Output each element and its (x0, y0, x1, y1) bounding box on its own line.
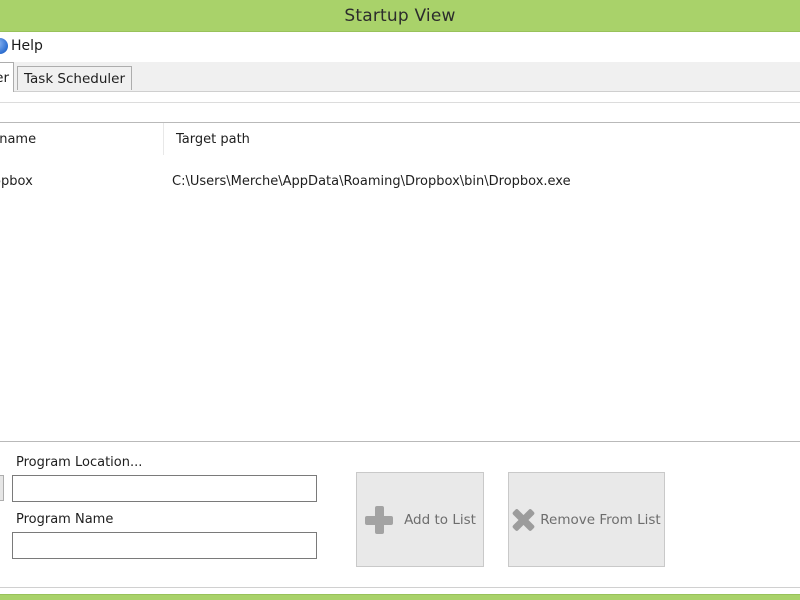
plus-icon (364, 505, 394, 535)
tab-task-scheduler[interactable]: Task Scheduler (17, 66, 133, 90)
column-header-target-path-label: Target path (176, 131, 250, 147)
close-icon (512, 509, 534, 531)
bottom-divider (0, 587, 800, 588)
program-name-input[interactable] (12, 532, 317, 559)
remove-from-list-button[interactable]: Remove From List (508, 472, 665, 567)
divider (0, 102, 800, 103)
add-to-list-button[interactable]: Add to List (356, 472, 484, 567)
program-name-label: Program Name (16, 512, 114, 527)
startup-list[interactable]: ilename Target path ropbox C:\Users\Merc… (0, 122, 800, 442)
add-to-list-label: Add to List (404, 511, 476, 528)
remove-from-list-label: Remove From List (540, 511, 661, 528)
help-globe-icon (0, 38, 8, 54)
tab-task-scheduler-label: Task Scheduler (24, 70, 126, 87)
window-title: Startup View (344, 5, 456, 26)
menu-help[interactable]: Help (0, 38, 43, 54)
tab-registry-label: er (0, 69, 9, 86)
column-header-filename[interactable]: ilename (0, 123, 164, 155)
browse-button[interactable] (0, 475, 4, 501)
column-header-filename-label: ilename (0, 131, 37, 147)
cell-filename: ropbox (0, 173, 33, 189)
list-row[interactable]: ropbox C:\Users\Merche\AppData\Roaming\D… (0, 170, 800, 192)
add-program-form: Program Location... Program Name Add to … (0, 442, 800, 587)
program-location-input[interactable] (12, 475, 317, 502)
status-bar (0, 594, 800, 600)
tab-strip: er Task Scheduler (0, 62, 800, 92)
cell-target-path: C:\Users\Merche\AppData\Roaming\Dropbox\… (172, 173, 571, 189)
title-bar: Startup View (0, 0, 800, 32)
program-location-label: Program Location... (16, 455, 143, 470)
menu-help-label: Help (11, 38, 43, 54)
tab-registry[interactable]: er (0, 62, 14, 92)
tab-content: ilename Target path ropbox C:\Users\Merc… (0, 92, 800, 587)
column-header-target-path[interactable]: Target path (176, 123, 250, 155)
menu-bar: Help (0, 32, 800, 62)
list-header: ilename Target path (0, 123, 800, 155)
